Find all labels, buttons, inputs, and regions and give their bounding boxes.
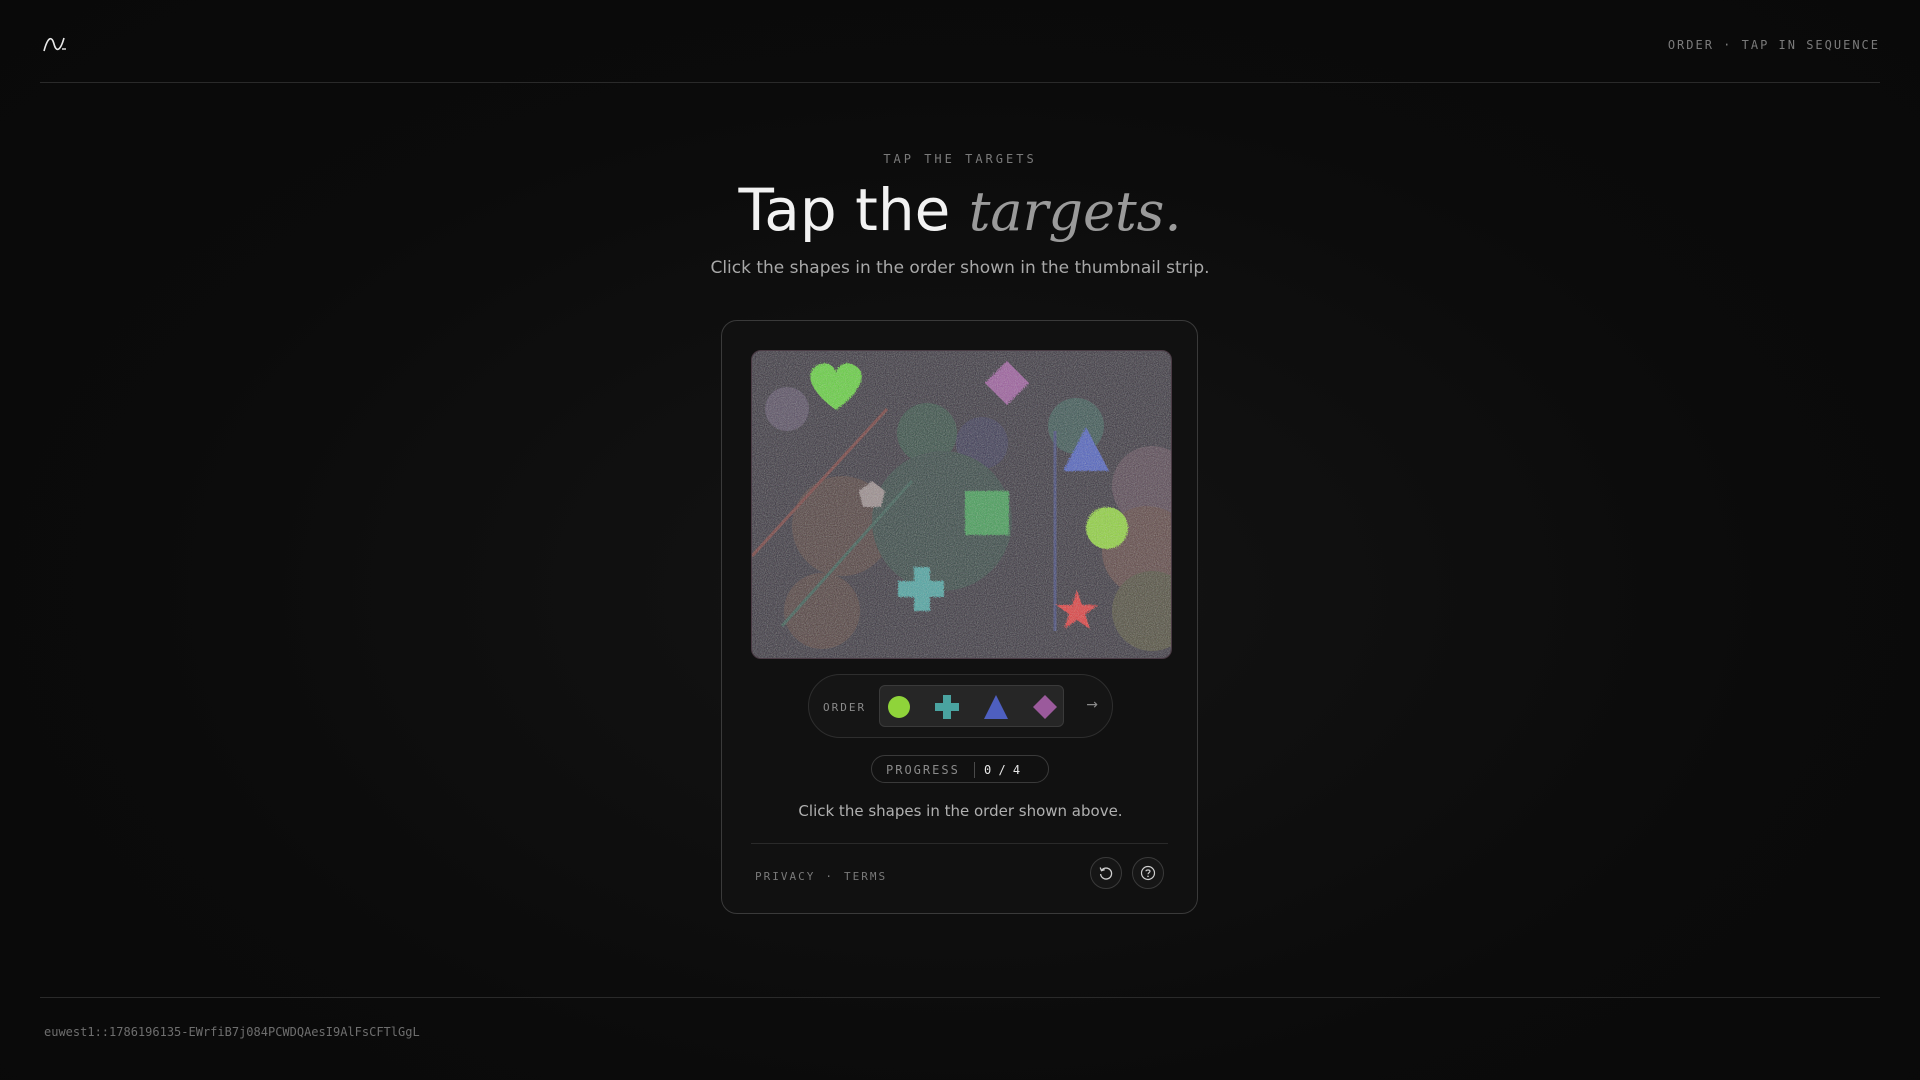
arrow-right-icon: → xyxy=(1086,697,1098,713)
page-subtitle: Click the shapes in the order shown in t… xyxy=(710,258,1210,278)
privacy-link[interactable]: PRIVACY xyxy=(755,870,815,883)
eyebrow-label: TAP THE TARGETS xyxy=(883,152,1037,166)
stage-canvas[interactable] xyxy=(752,351,1171,658)
top-bar: ORDER · TAP IN SEQUENCE xyxy=(40,0,1880,83)
challenge-card: ORDER → PROGRESS 0 / 4 Click the shapes … xyxy=(721,320,1198,914)
title-accent: targets. xyxy=(968,180,1182,243)
terms-link[interactable]: TERMS xyxy=(844,870,887,883)
progress-label: PROGRESS xyxy=(886,763,960,777)
thumb-cross xyxy=(935,695,959,719)
instruction-text: Click the shapes in the order shown abov… xyxy=(798,802,1123,820)
page-title: Tap the targets. xyxy=(0,176,1920,244)
help-button[interactable] xyxy=(1132,857,1164,889)
help-icon xyxy=(1140,865,1156,881)
card-footer: PRIVACY · TERMS xyxy=(751,843,1168,916)
bottom-divider xyxy=(40,997,1880,998)
order-strip: ORDER → xyxy=(808,674,1113,738)
link-separator: · xyxy=(825,870,834,883)
wave-logo-icon xyxy=(43,37,66,52)
mode-label: ORDER · TAP IN SEQUENCE xyxy=(1667,38,1880,52)
thumb-diamond xyxy=(1033,695,1057,719)
noise-overlay xyxy=(752,351,1171,658)
session-id: euwest1::1786196135-EWrfiB7j084PCWDQAesI… xyxy=(44,1025,420,1039)
progress-value: 0 / 4 xyxy=(984,763,1021,777)
thumb-triangle xyxy=(984,695,1008,719)
footer-links: PRIVACY · TERMS xyxy=(755,870,887,883)
progress-pill: PROGRESS 0 / 4 xyxy=(871,755,1049,783)
thumbnail-strip xyxy=(879,685,1064,727)
progress-divider xyxy=(974,762,975,778)
thumb-circle xyxy=(888,696,910,718)
challenge-stage[interactable] xyxy=(751,350,1172,659)
refresh-icon xyxy=(1099,867,1113,880)
refresh-button[interactable] xyxy=(1090,857,1122,889)
order-label: ORDER xyxy=(823,701,867,714)
title-plain: Tap the xyxy=(738,176,969,244)
